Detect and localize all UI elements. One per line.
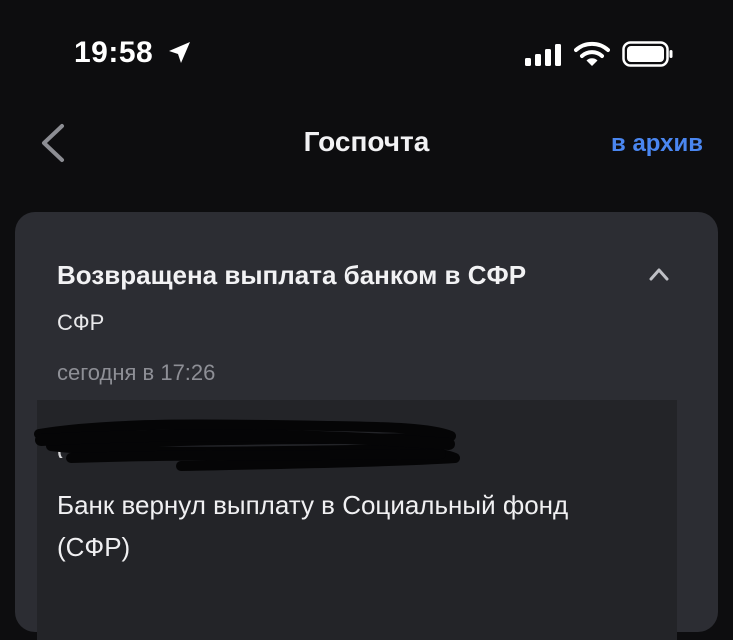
status-bar: 19:58 [0,0,733,100]
message-card: Возвращена выплата банком в СФР СФР сего… [15,212,718,640]
status-time: 19:58 [74,36,154,69]
archive-button[interactable]: в архив [611,130,703,158]
message-title: Возвращена выплата банком в СФР [57,260,527,290]
battery-icon [622,41,673,67]
message-body: Спаси Банк вернул выплату в Социальный ф… [34,400,677,640]
redaction-scribble [34,419,460,471]
message-body-text: Банк вернул выплату в Социальный фонд (С… [57,490,569,562]
message-date: сегодня в 17:26 [57,360,216,385]
wifi-icon [574,41,610,66]
cellular-signal-icon [525,44,561,66]
nav-bar: Госпочта в архив [0,110,733,180]
chevron-up-icon[interactable] [647,264,671,284]
location-arrow-icon [169,42,190,63]
message-sender: СФР [57,310,105,335]
